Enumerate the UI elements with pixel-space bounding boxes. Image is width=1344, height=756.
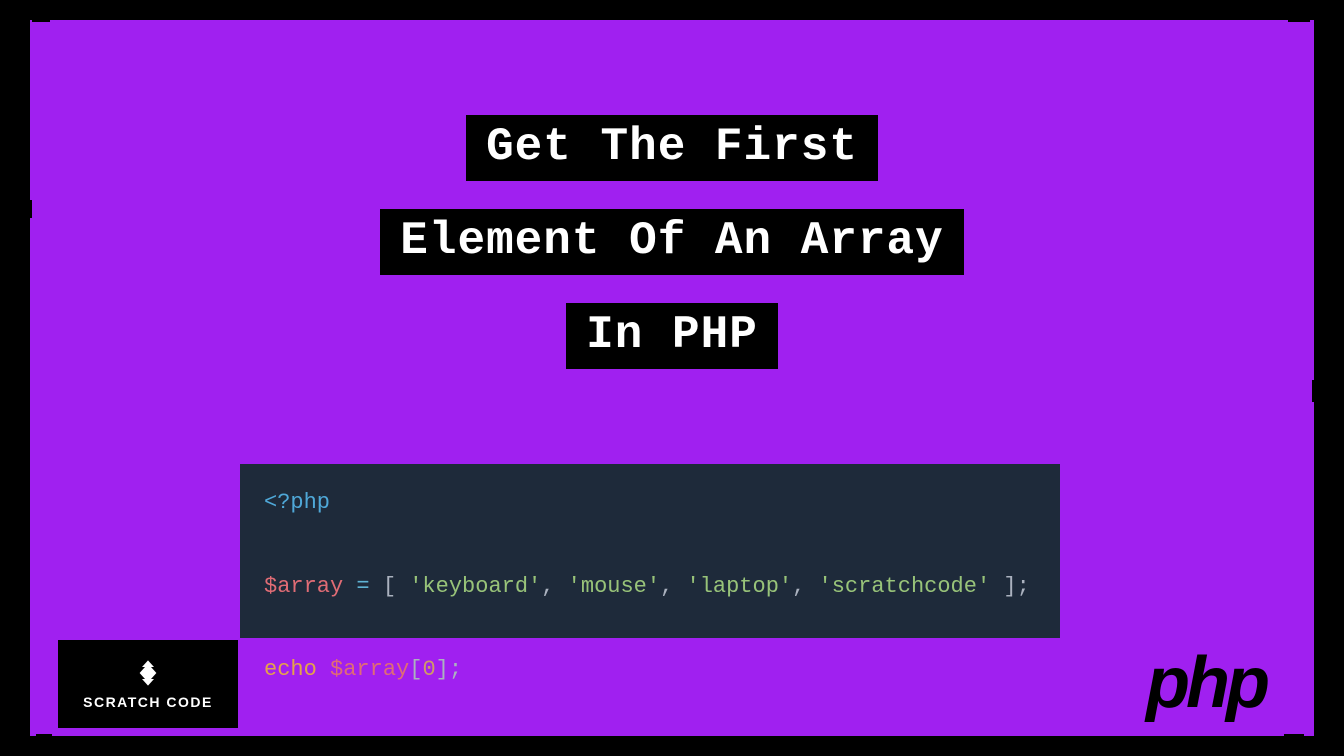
title-line-3: In PHP (566, 303, 778, 369)
php-logo: php (1146, 642, 1266, 724)
code-index-open: [ (409, 657, 422, 682)
code-comma-1: , (541, 574, 554, 599)
code-bracket-open: [ (383, 574, 396, 599)
code-index-number: 0 (422, 657, 435, 682)
code-string-3: 'laptop' (687, 574, 793, 599)
border-decoration (32, 14, 50, 22)
title-line-2: Element Of An Array (380, 209, 964, 275)
title-block: Get The First Element Of An Array In PHP (30, 115, 1314, 369)
code-string-4: 'scratchcode' (819, 574, 991, 599)
code-comma-2: , (660, 574, 673, 599)
border-decoration (1312, 380, 1320, 402)
code-snippet: <?php $array = [ 'keyboard', 'mouse', 'l… (240, 464, 1060, 638)
code-variable: $array (264, 574, 343, 599)
content-frame: Get The First Element Of An Array In PHP… (28, 18, 1316, 738)
code-string-2: 'mouse' (568, 574, 660, 599)
border-decoration (1288, 12, 1310, 22)
code-bracket-close: ] (1003, 574, 1016, 599)
border-decoration (24, 200, 32, 218)
code-assign: = (356, 574, 369, 599)
code-comma-3: , (792, 574, 805, 599)
code-echo-keyword: echo (264, 657, 317, 682)
scratch-code-logo: SCRATCH CODE (58, 640, 238, 728)
scratch-code-icon (133, 658, 163, 688)
code-index-close: ] (436, 657, 449, 682)
code-string-1: 'keyboard' (409, 574, 541, 599)
code-content: <?php $array = [ 'keyboard', 'mouse', 'l… (264, 482, 1036, 691)
php-open-tag: <?php (264, 490, 330, 515)
border-decoration (1284, 734, 1304, 744)
scratch-code-text: SCRATCH CODE (83, 694, 213, 710)
title-line-1: Get The First (466, 115, 878, 181)
border-decoration (36, 734, 52, 742)
code-variable-echo: $array (330, 657, 409, 682)
code-semicolon-2: ; (449, 657, 462, 682)
code-semicolon-1: ; (1017, 574, 1030, 599)
